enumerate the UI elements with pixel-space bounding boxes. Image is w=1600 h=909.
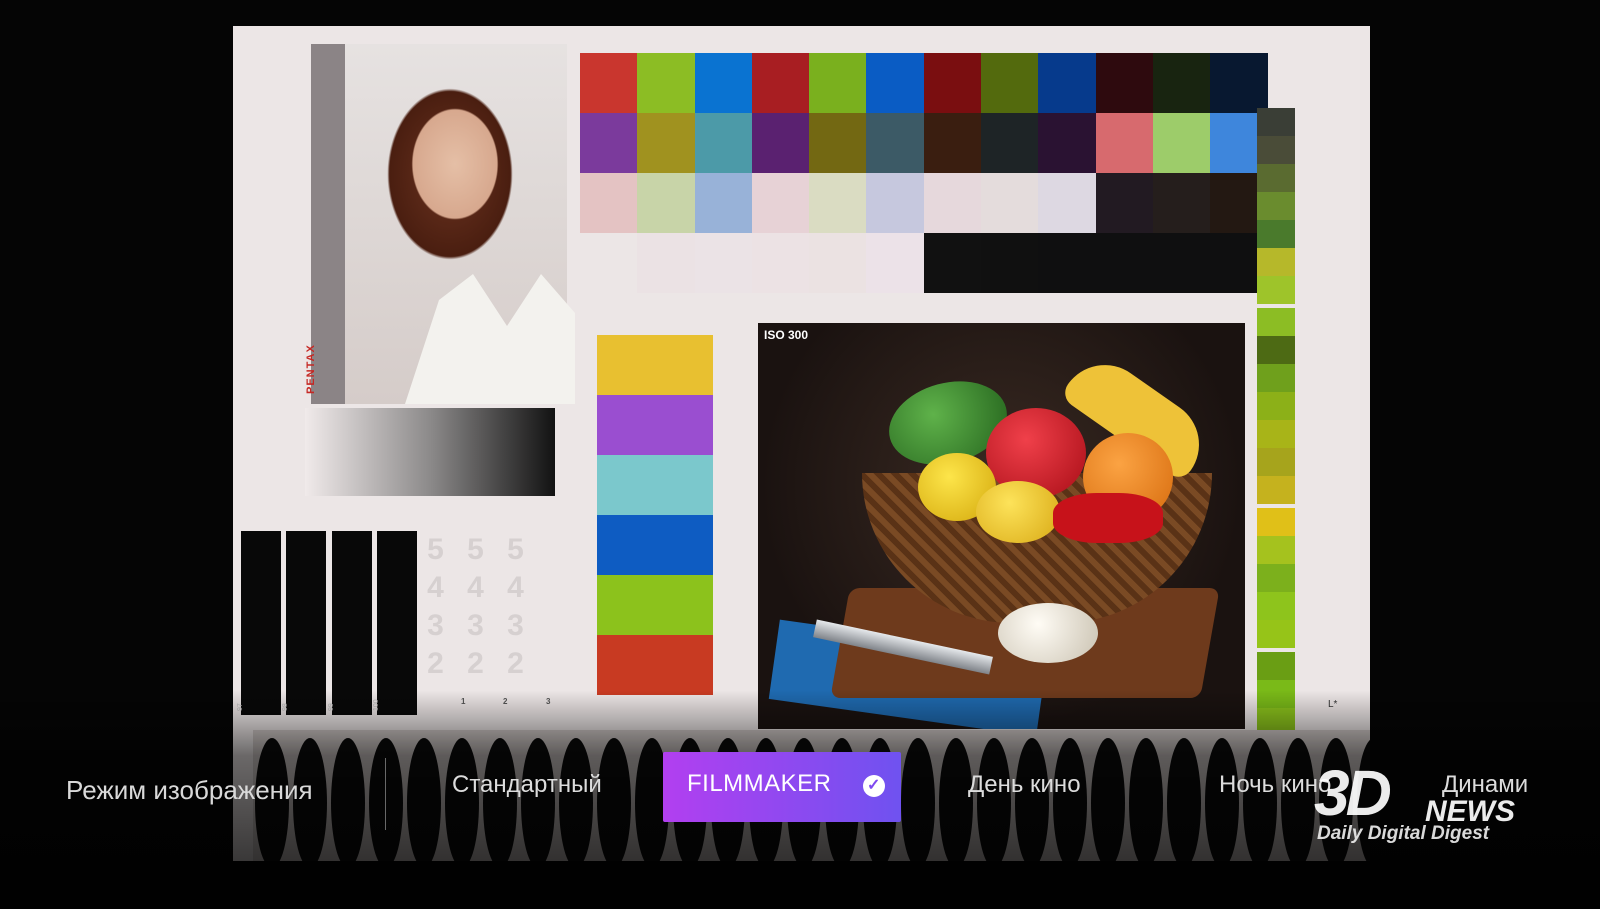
color-swatch: [597, 395, 713, 455]
color-patch: [1152, 173, 1211, 233]
watermark-tagline: Daily Digital Digest: [1317, 823, 1490, 844]
color-patch: [1095, 53, 1153, 113]
green-step: [1257, 248, 1295, 276]
color-patch: [1152, 113, 1211, 173]
mode-option-filmmaker[interactable]: FILMMAKER ✓: [663, 752, 901, 822]
osd-divider: [385, 758, 386, 830]
color-swatch: [597, 575, 713, 635]
color-patch: [580, 233, 638, 293]
color-patch: [1038, 173, 1096, 233]
color-patch: [866, 233, 924, 293]
iso-label: ISO 300: [764, 328, 809, 342]
color-swatch: [597, 335, 713, 395]
color-patch: [637, 233, 695, 293]
green-step: [1257, 364, 1295, 392]
color-patch: [809, 173, 867, 233]
picture-mode-label: Режим изображения: [66, 775, 313, 805]
color-patch: [580, 173, 638, 233]
green-step: [1257, 592, 1295, 620]
color-patch: [923, 53, 982, 113]
mode-option-cinema-day[interactable]: День кино: [968, 771, 1081, 799]
color-patch: [1095, 173, 1153, 233]
color-patch: [580, 53, 638, 113]
green-step: [1257, 448, 1295, 476]
green-step: [1257, 336, 1295, 364]
color-patch: [809, 113, 867, 173]
color-patch: [694, 233, 752, 293]
color-patch: [981, 233, 1039, 293]
green-step: [1257, 504, 1295, 536]
color-patch: [694, 53, 752, 113]
gray-gradient-bar: [305, 408, 555, 496]
green-step: [1257, 620, 1295, 648]
color-patch: [751, 53, 810, 113]
color-patch: [809, 233, 867, 293]
color-patch: [751, 113, 810, 173]
color-patch: [751, 233, 810, 293]
color-patch: [1038, 113, 1096, 173]
portrait-brand: PENTAX: [305, 344, 317, 394]
green-step: [1257, 192, 1295, 220]
color-patch: [1038, 233, 1096, 293]
color-patch: [694, 173, 752, 233]
green-step: [1257, 536, 1295, 564]
mode-option-standard[interactable]: Стандартный: [452, 771, 602, 799]
green-step: [1257, 392, 1295, 420]
portrait-photo: [345, 44, 575, 404]
color-patch-grid: [580, 53, 1268, 293]
color-patch: [1038, 53, 1096, 113]
color-patch: [1095, 233, 1153, 293]
green-step: [1257, 420, 1295, 448]
color-patch: [580, 113, 638, 173]
color-patch: [1095, 113, 1153, 173]
black-level-bar: 97: [237, 531, 281, 715]
green-step: [1257, 136, 1295, 164]
color-patch: [637, 113, 695, 173]
green-step: [1257, 276, 1295, 304]
color-patch: [694, 113, 752, 173]
green-step: [1257, 304, 1295, 336]
green-step: [1257, 108, 1295, 136]
green-step: [1257, 220, 1295, 248]
green-step: [1257, 476, 1295, 504]
color-patch: [981, 113, 1039, 173]
color-patch: [923, 173, 982, 233]
black-level-bar: 100: [373, 531, 417, 715]
green-step: [1257, 164, 1295, 192]
color-swatch: [597, 455, 713, 515]
fruit-basket-photo: ISO 300: [758, 323, 1245, 729]
color-patch: [1152, 53, 1211, 113]
color-patch: [1152, 233, 1211, 293]
color-patch: [981, 173, 1039, 233]
mode-option-filmmaker-label: FILMMAKER: [687, 770, 832, 797]
color-patch: [637, 173, 695, 233]
check-icon: ✓: [863, 775, 885, 797]
watermark-logo: 3D: [1314, 757, 1392, 829]
color-patch: [751, 173, 810, 233]
color-patch: [981, 53, 1039, 113]
black-level-bar: 98: [282, 531, 326, 715]
green-step: [1257, 648, 1295, 680]
color-patch: [809, 53, 867, 113]
color-patch: [1210, 53, 1268, 113]
portrait-image: PENTAX: [305, 44, 575, 404]
black-level-bar: 99: [328, 531, 372, 715]
color-patch: [866, 53, 924, 113]
color-patch: [866, 113, 924, 173]
color-patch: [923, 233, 982, 293]
green-step: [1257, 564, 1295, 592]
color-patch: [637, 53, 695, 113]
color-patch: [923, 113, 982, 173]
color-swatch: [597, 515, 713, 575]
primary-color-swatches: [597, 335, 713, 695]
color-patch: [866, 173, 924, 233]
color-swatch: [597, 635, 713, 695]
